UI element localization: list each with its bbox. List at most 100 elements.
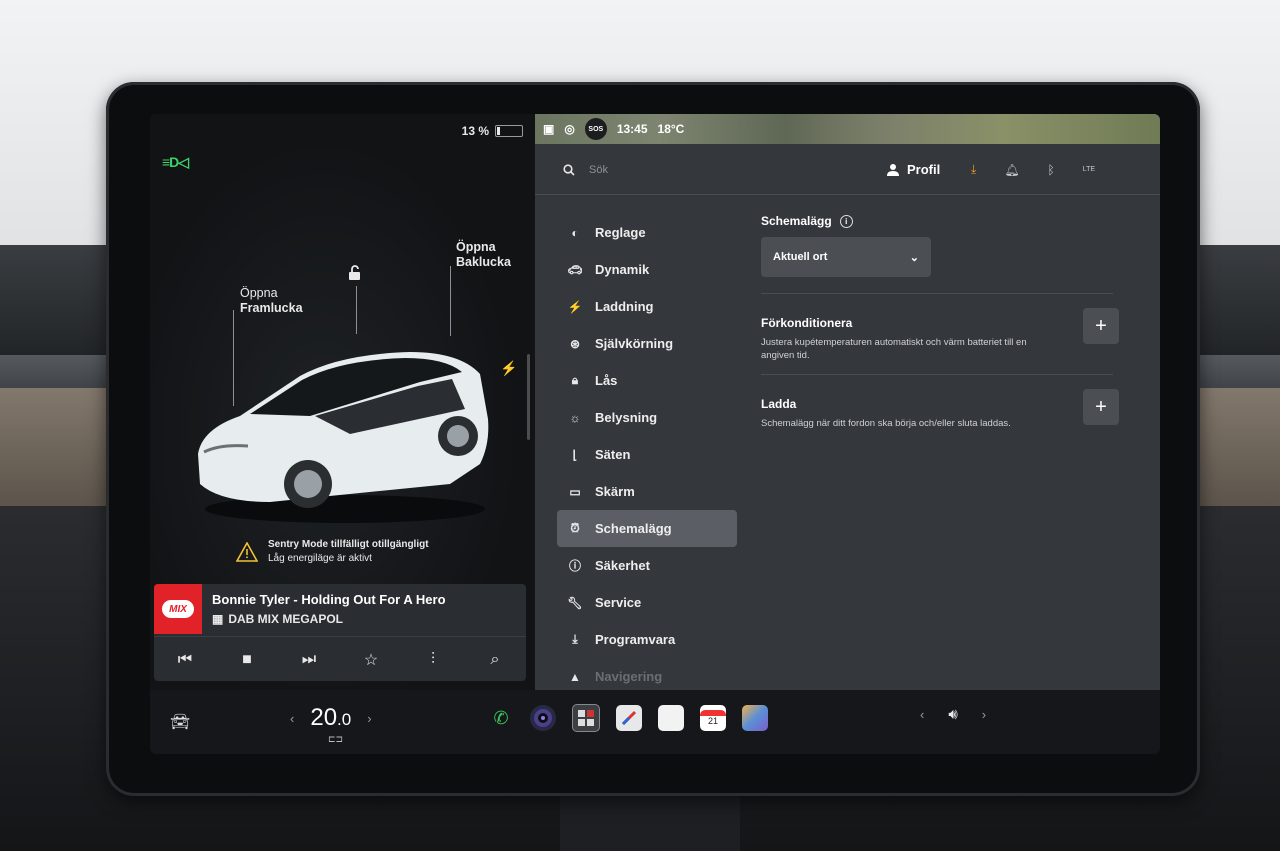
equalizer-icon[interactable]: ⫶: [418, 651, 448, 669]
sidebar-item-programvara[interactable]: ⤓ Programvara: [557, 621, 737, 658]
climate-control: ‹ 20.0 ›: [290, 704, 372, 732]
schedule-title: Schemalägg: [761, 214, 832, 228]
volume-up-chevron-icon[interactable]: ›: [982, 707, 986, 722]
temp-up-chevron-icon[interactable]: ›: [367, 711, 371, 726]
frunk-label-line2: Framlucka: [240, 301, 303, 315]
app-icon: ▣: [543, 122, 555, 136]
cabin-temperature[interactable]: 20.0: [310, 704, 351, 732]
car-icon: 🚗︎: [567, 262, 583, 277]
trunk-label-line1: Öppna: [456, 240, 496, 254]
station-logo: MIX: [154, 584, 202, 634]
stop-icon[interactable]: ■: [232, 651, 262, 669]
battery-icon: [495, 125, 523, 137]
search-placeholder: Sök: [589, 164, 608, 176]
sidebar-item-label: Schemalägg: [595, 521, 672, 536]
radio-icon: ▦: [212, 612, 224, 626]
station-name: ▦ DAB MIX MEGAPOL: [212, 612, 344, 626]
seat-heater-icon[interactable]: ⊏⊐: [328, 734, 343, 745]
sidebar-item-lås[interactable]: 🔒︎ Lås: [557, 362, 737, 399]
divider: [761, 374, 1113, 375]
volume-control: ‹ 🔊︎ ›: [920, 706, 986, 723]
location-dropdown[interactable]: Aktuell ort ⌄: [761, 237, 931, 277]
navigation-app-icon[interactable]: [616, 705, 642, 731]
person-icon: [887, 164, 899, 176]
settings-topbar: Sök Profil ⤓ 🔔︎ ᛒ LTE: [535, 152, 1160, 195]
steering-wheel-icon: ⊛: [569, 336, 581, 351]
profile-button[interactable]: Profil: [887, 162, 940, 177]
alarm-clock-icon: ⏰︎: [570, 521, 580, 535]
media-player[interactable]: MIX Bonnie Tyler - Holding Out For A Her…: [154, 584, 526, 681]
add-precondition-button[interactable]: +: [1083, 308, 1119, 344]
toybox-app-icon[interactable]: [742, 705, 768, 731]
sidebar-item-label: Dynamik: [595, 262, 650, 277]
sos-button[interactable]: SOS: [584, 118, 607, 140]
open-trunk-button[interactable]: Öppna Baklucka: [456, 240, 511, 270]
sidebar-item-reglage[interactable]: ◐ Reglage: [557, 214, 737, 251]
warning-icon: [236, 542, 258, 562]
sun-icon: ☼: [569, 410, 581, 425]
calendar-day: 21: [707, 716, 718, 726]
sidebar-item-skärm[interactable]: ▭ Skärm: [557, 473, 737, 510]
divider: [761, 293, 1113, 294]
car-panel-scrollbar[interactable]: [527, 354, 530, 440]
charge-row: Ladda Schemalägg när ditt fordon ska bör…: [761, 389, 1119, 445]
settings-panel: ▣ ◎ SOS 13:45 18°C Sök Profil ⤓ 🔔︎ ᛒ LTE…: [535, 114, 1160, 690]
sidebar-item-label: Programvara: [595, 632, 676, 647]
sidebar-item-label: Självkörning: [595, 336, 674, 351]
unlock-icon[interactable]: [346, 264, 364, 287]
sidebar-item-label: Belysning: [595, 410, 658, 425]
precondition-description: Justera kupétemperaturen automatiskt och…: [761, 337, 1027, 361]
touchscreen: ≡D◁ 13 % Öppna Framlucka Öppna Baklucka: [150, 114, 1160, 754]
car-illustration: [198, 352, 489, 523]
open-frunk-button[interactable]: Öppna Framlucka: [240, 286, 303, 316]
charge-description: Schemalägg när ditt fordon ska börja och…: [761, 418, 1011, 429]
media-search-icon[interactable]: ⌕: [480, 651, 510, 669]
camera-app-icon[interactable]: [530, 705, 556, 731]
outside-temperature: 18°C: [657, 122, 685, 136]
precondition-title: Förkonditionera: [761, 316, 853, 330]
info-icon[interactable]: i: [839, 214, 853, 228]
controls-app-icon[interactable]: [572, 704, 600, 732]
track-title: Bonnie Tyler - Holding Out For A Hero: [212, 592, 446, 607]
sidebar-item-label: Säkerhet: [595, 558, 650, 573]
wrench-icon: 🔧︎: [567, 595, 583, 610]
lte-signal-icon: LTE: [1082, 166, 1096, 173]
precondition-row: Förkonditionera Justera kupétemperaturen…: [761, 308, 1119, 364]
frunk-label-line1: Öppna: [240, 286, 278, 300]
car-controls-icon[interactable]: 🚘︎: [170, 712, 190, 732]
sidebar-item-schemalägg[interactable]: ⏰︎ Schemalägg: [557, 510, 737, 547]
bluetooth-icon[interactable]: ᛒ: [1048, 163, 1055, 177]
sidebar-item-självkörning[interactable]: ⊛ Självkörning: [557, 325, 737, 362]
sidebar-item-belysning[interactable]: ☼ Belysning: [557, 399, 737, 436]
sidebar-item-label: Reglage: [595, 225, 646, 240]
sidebar-item-dynamik[interactable]: 🚗︎ Dynamik: [557, 251, 737, 288]
battery-percent: 13 %: [461, 124, 489, 138]
calendar-app-icon[interactable]: 21: [700, 705, 726, 731]
previous-track-icon[interactable]: ⏮: [170, 651, 200, 669]
sidebar-item-säkerhet[interactable]: ⓘ Säkerhet: [557, 547, 737, 584]
charge-port-icon[interactable]: ⚡: [500, 360, 517, 377]
download-update-icon[interactable]: ⤓: [971, 162, 976, 177]
chevron-down-icon: ⌄: [909, 251, 919, 264]
sidebar-item-säten[interactable]: ⌊ Säten: [557, 436, 737, 473]
notes-app-icon[interactable]: [658, 705, 684, 731]
temp-down-chevron-icon[interactable]: ‹: [290, 711, 294, 726]
headlight-icon: ≡D◁: [162, 154, 189, 170]
notification-bell-icon[interactable]: 🔔︎: [1004, 163, 1019, 177]
camera-icon: ◎: [564, 122, 575, 136]
sidebar-item-service[interactable]: 🔧︎ Service: [557, 584, 737, 621]
screen-icon: ▭: [569, 484, 581, 499]
navigation-arrow-icon: ▲: [569, 669, 581, 684]
search-field[interactable]: Sök: [563, 164, 608, 176]
bolt-icon: ⚡: [567, 299, 583, 314]
next-track-icon[interactable]: ⏭: [294, 651, 324, 669]
add-charge-button[interactable]: +: [1083, 389, 1119, 425]
speaker-icon[interactable]: 🔊︎: [948, 706, 957, 723]
sidebar-item-label: Service: [595, 595, 642, 610]
sidebar-item-label: Laddning: [595, 299, 654, 314]
sidebar-item-label: Lås: [595, 373, 618, 388]
sidebar-item-laddning[interactable]: ⚡ Laddning: [557, 288, 737, 325]
favorite-star-icon[interactable]: ☆: [356, 650, 386, 670]
volume-down-chevron-icon[interactable]: ‹: [920, 707, 924, 722]
phone-icon[interactable]: ✆: [488, 705, 514, 731]
